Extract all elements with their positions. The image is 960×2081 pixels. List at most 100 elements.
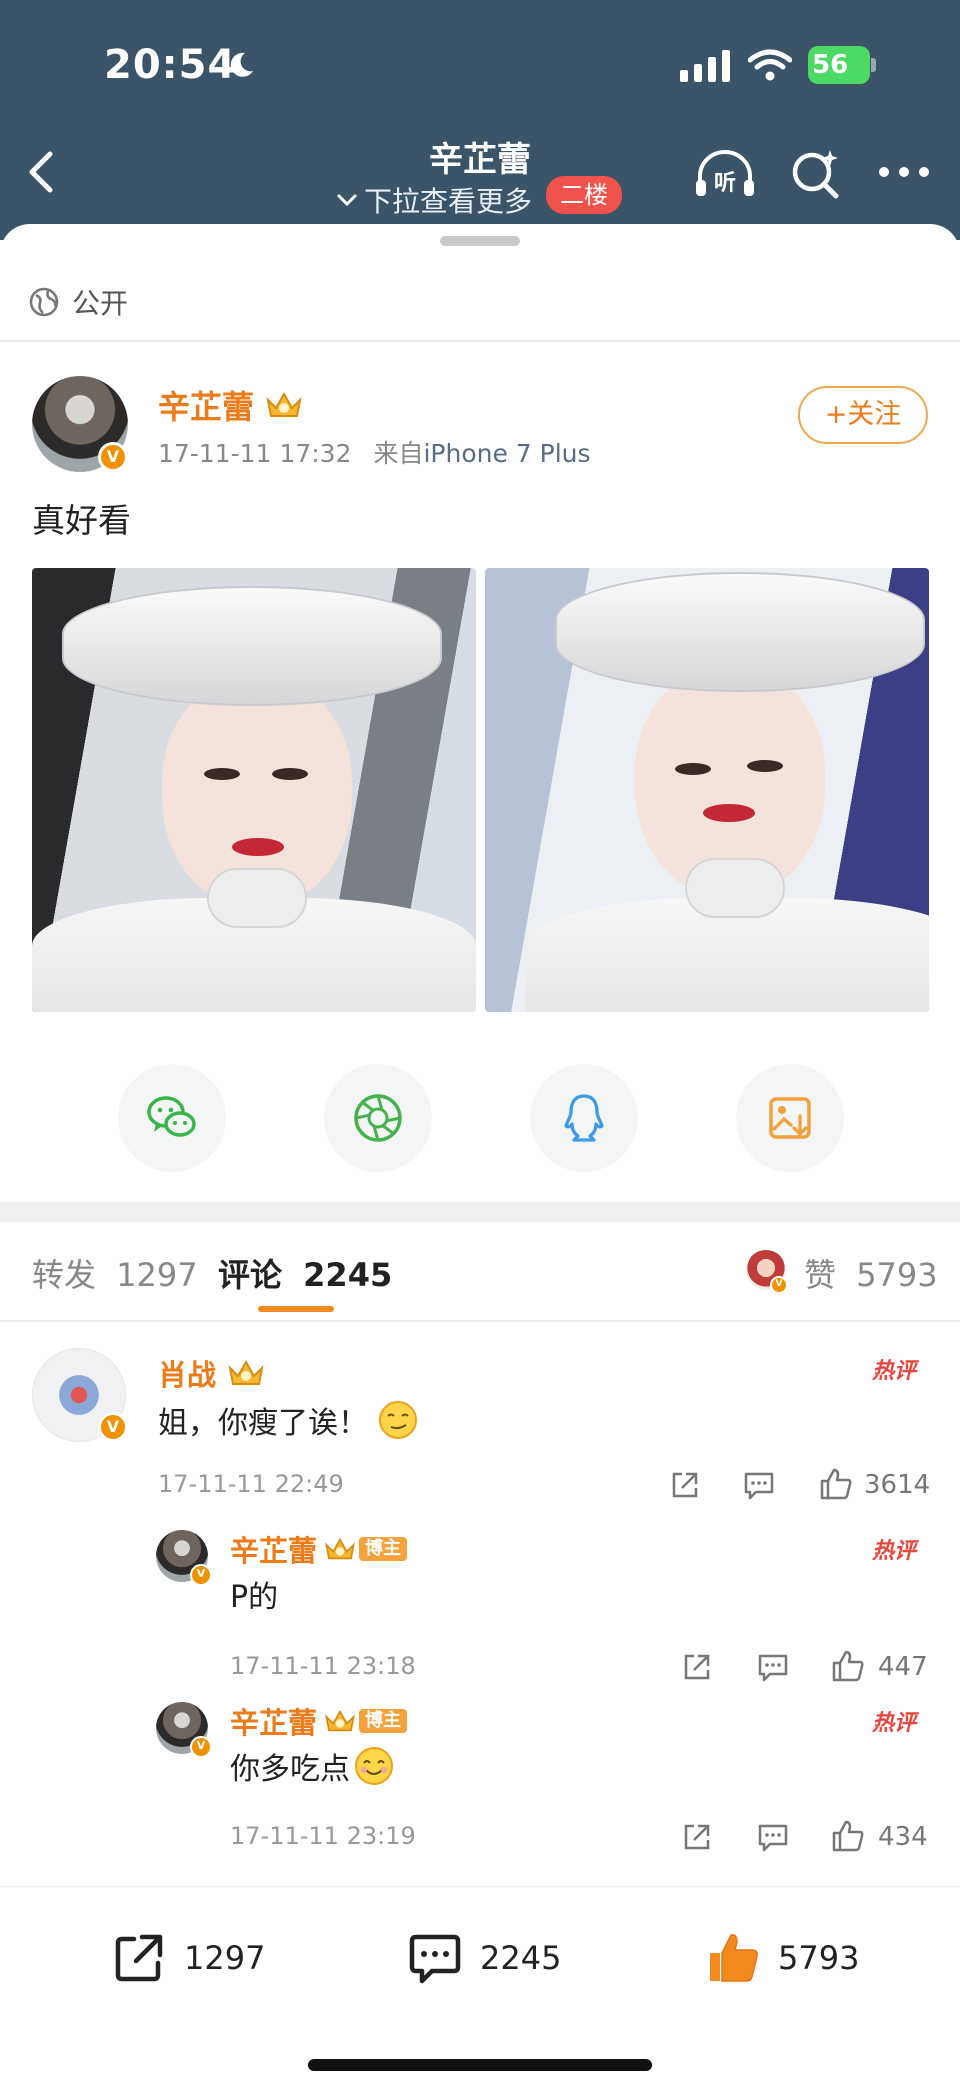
- chevron-down-icon: [337, 194, 357, 207]
- repost-comment-icon[interactable]: [668, 1468, 702, 1502]
- comment-bubble-icon: [409, 1934, 461, 1984]
- verified-badge-icon: V: [190, 1736, 212, 1758]
- share-qq-button[interactable]: [530, 1064, 638, 1172]
- tab-repost[interactable]: 转发 1297: [32, 1250, 198, 1296]
- reply-comment-icon[interactable]: [756, 1820, 790, 1854]
- divider: [0, 1320, 960, 1322]
- post-time: 17-11-11 17:32: [158, 439, 352, 468]
- comment-count: 2245: [480, 1939, 562, 1977]
- globe-icon: [29, 287, 59, 317]
- more-options-icon[interactable]: [878, 164, 930, 180]
- reply-author-name-text: 辛芷蕾: [230, 1706, 318, 1740]
- hot-comment-text: 热评: [872, 1359, 920, 1384]
- image-lips-shape: [703, 804, 755, 822]
- author-name-text: 辛芷蕾: [158, 388, 255, 426]
- like-comment-icon[interactable]: [830, 1818, 866, 1854]
- hot-comment-badge: 热评: [872, 1359, 920, 1384]
- crown-vip-icon: [325, 1537, 355, 1560]
- header-bar: 20:54 56 辛芷蕾 下拉查看更多 二楼 听: [0, 0, 960, 240]
- share-row: [0, 1064, 960, 1174]
- like-comment-icon[interactable]: [830, 1648, 866, 1684]
- smile-emoji-icon: [355, 1747, 393, 1785]
- save-image-icon: [769, 1097, 811, 1139]
- crown-vip-icon: [266, 391, 302, 417]
- pull-down-hint-text: 下拉查看更多: [364, 185, 533, 218]
- cellular-signal-icon: [680, 50, 730, 82]
- visibility-label: 公开: [28, 282, 128, 322]
- reply-time: 17-11-11 23:18: [230, 1652, 416, 1680]
- tab-likes-count: 5793: [856, 1256, 938, 1294]
- comment-text-body: 姐，你瘦了诶！: [158, 1406, 368, 1441]
- bottom-action-bar: 1297 2245 5793: [0, 1886, 960, 2081]
- commenter-name[interactable]: 肖战: [158, 1352, 266, 1394]
- crown-vip-icon: [228, 1359, 264, 1385]
- home-indicator[interactable]: [308, 2059, 652, 2071]
- comment-button[interactable]: 2245: [406, 1929, 561, 1987]
- reply-text: 你多吃点: [230, 1744, 394, 1788]
- qq-penguin-icon: [564, 1094, 604, 1142]
- author-name[interactable]: 辛芷蕾: [158, 382, 304, 428]
- tab-comments[interactable]: 评论 2245: [218, 1250, 392, 1296]
- verified-badge-icon: V: [98, 442, 128, 472]
- image-hat-shape: [555, 572, 925, 692]
- reply-author-name-text: 辛芷蕾: [230, 1534, 318, 1568]
- section-gap: [0, 1202, 960, 1222]
- image-eye-shape: [272, 768, 308, 780]
- reply-author-name[interactable]: 辛芷蕾 博主: [230, 1528, 408, 1570]
- smirk-emoji-icon: [379, 1401, 417, 1439]
- moments-shutter-icon: [354, 1094, 402, 1142]
- comment-text: 姐，你瘦了诶！: [158, 1398, 418, 1442]
- moon-icon: [230, 52, 253, 77]
- save-image-button[interactable]: [736, 1064, 844, 1172]
- crown-vip-icon: [325, 1709, 355, 1732]
- reply-text-body: P的: [230, 1580, 279, 1615]
- repost-comment-icon[interactable]: [680, 1820, 714, 1854]
- tab-likes[interactable]: 赞 5793: [804, 1250, 938, 1296]
- reply-comment-icon[interactable]: [756, 1650, 790, 1684]
- image-eye-shape: [675, 763, 711, 775]
- status-bar: 20:54 56: [0, 36, 960, 96]
- battery-cap: [871, 58, 876, 72]
- reply-like-count: 434: [878, 1822, 928, 1852]
- post-image-2[interactable]: [485, 568, 929, 1012]
- like-comment-icon[interactable]: [818, 1466, 854, 1502]
- active-tab-indicator: [258, 1306, 334, 1312]
- tab-comments-label: 评论: [218, 1256, 283, 1294]
- image-eye-shape: [204, 768, 240, 780]
- listen-label: 听: [714, 171, 736, 196]
- repost-comment-icon[interactable]: [680, 1650, 714, 1684]
- reply-text: P的: [230, 1572, 278, 1616]
- tab-comments-count: 2245: [303, 1256, 393, 1294]
- like-button[interactable]: 5793: [704, 1929, 859, 1987]
- blogger-tag: 博主: [359, 1537, 408, 1561]
- pull-down-hint[interactable]: 下拉查看更多: [336, 180, 532, 220]
- search-icon[interactable]: [790, 148, 842, 200]
- divider: [0, 340, 960, 342]
- post-image-1[interactable]: [32, 568, 476, 1012]
- reply-comment-icon[interactable]: [742, 1468, 776, 1502]
- second-floor-badge[interactable]: 二楼: [546, 176, 622, 214]
- wechat-icon: [147, 1096, 196, 1137]
- visibility-text: 公开: [72, 287, 129, 320]
- reply-time: 17-11-11 23:19: [230, 1822, 416, 1850]
- tab-repost-count: 1297: [116, 1256, 198, 1294]
- post-source-prefix: 来自: [373, 439, 424, 468]
- reply-like-count: 447: [878, 1652, 928, 1682]
- share-wechat-button[interactable]: [118, 1064, 226, 1172]
- image-neck-shape: [685, 858, 785, 918]
- battery-level: 56: [808, 46, 870, 84]
- comment-like-count: 3614: [864, 1470, 931, 1500]
- image-eye-shape: [747, 760, 783, 772]
- sheet-drag-handle[interactable]: [440, 236, 520, 246]
- reply-author-name[interactable]: 辛芷蕾 博主: [230, 1700, 408, 1742]
- repost-button[interactable]: 1297: [110, 1929, 265, 1987]
- hot-comment-text: 热评: [872, 1711, 920, 1736]
- interaction-tabs: 转发 1297 评论 2245 V 赞 5793: [0, 1222, 960, 1322]
- post-meta: 17-11-11 17:32 来自iPhone 7 Plus: [158, 434, 591, 470]
- share-moments-button[interactable]: [324, 1064, 432, 1172]
- wifi-icon: [748, 49, 792, 81]
- hot-comment-badge: 热评: [872, 1539, 920, 1564]
- listen-headphone-icon[interactable]: 听: [694, 148, 756, 200]
- image-hat-shape: [62, 586, 442, 706]
- follow-button[interactable]: +关注: [798, 386, 928, 444]
